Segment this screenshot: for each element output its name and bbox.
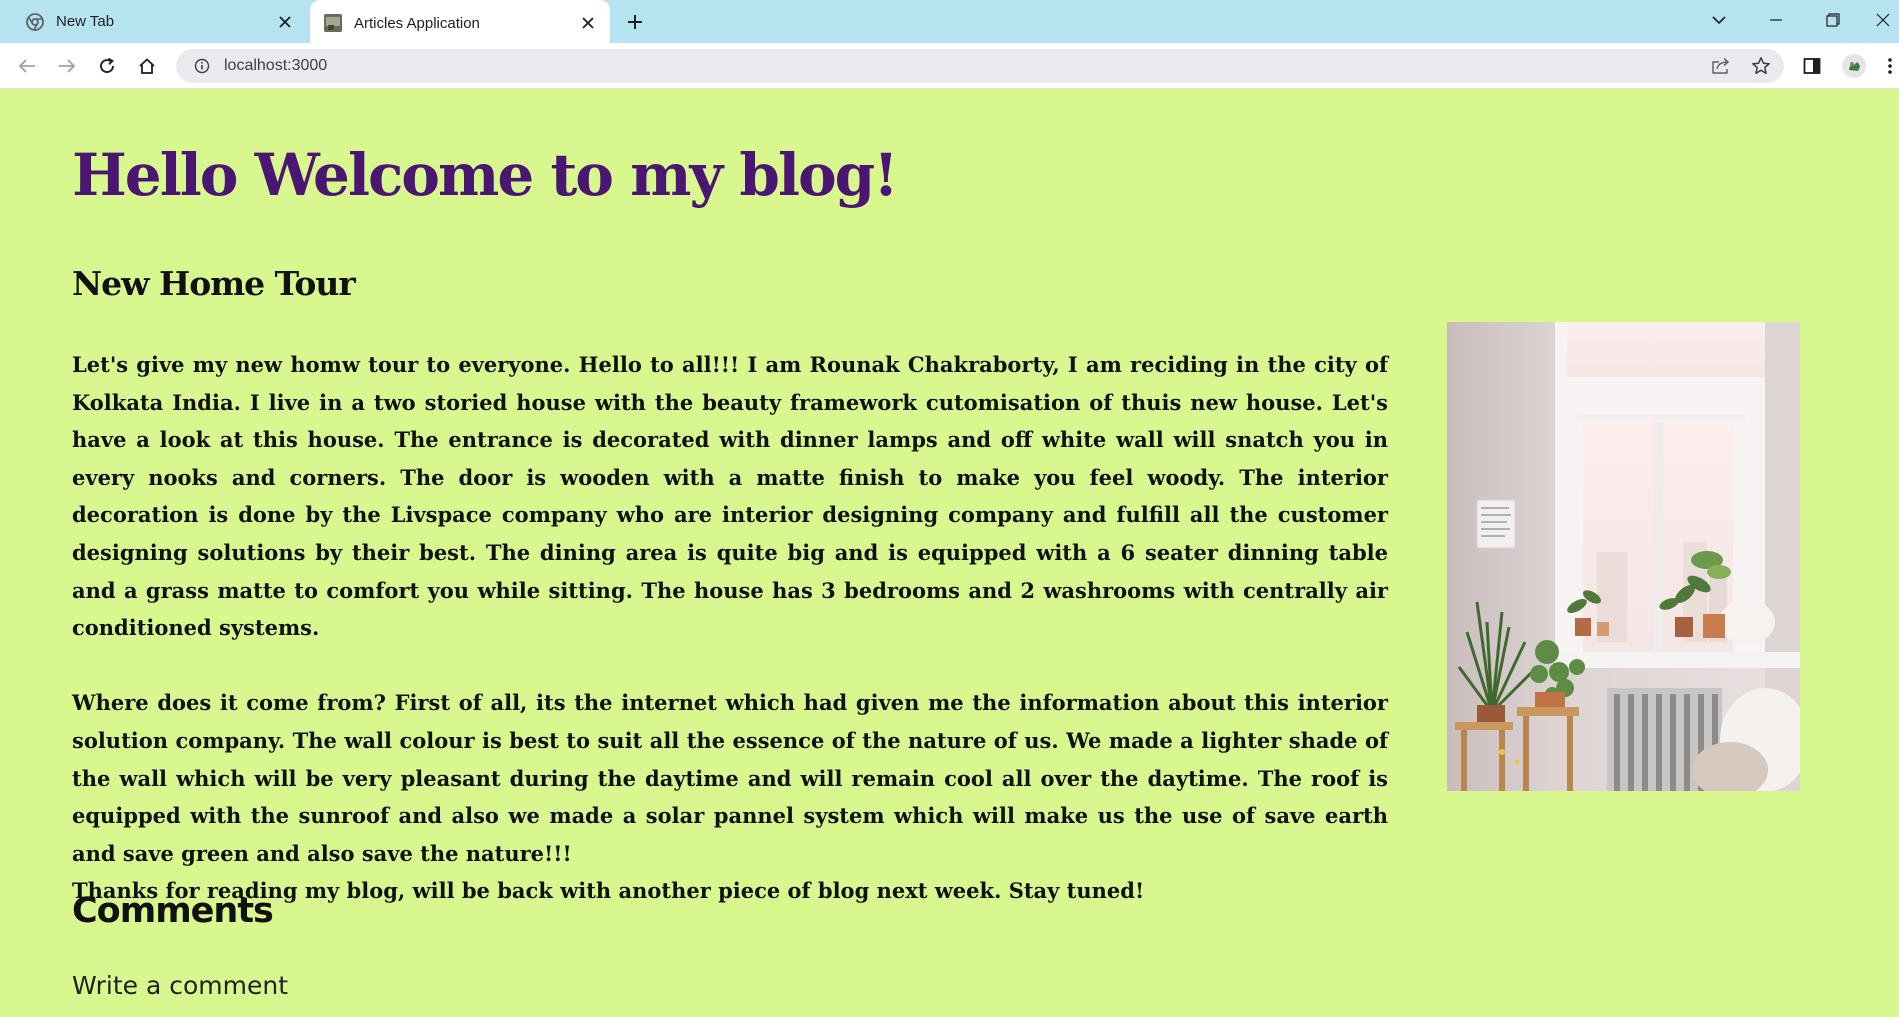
- tab-title: Articles Application: [354, 14, 480, 32]
- page-heading: Hello Welcome to my blog!: [72, 141, 899, 209]
- side-panel-button[interactable]: [1798, 52, 1826, 80]
- minimize-button[interactable]: [1756, 4, 1796, 36]
- tab-title: New Tab: [56, 13, 115, 30]
- restore-icon: [1826, 13, 1840, 27]
- arrow-left-icon: [18, 59, 35, 73]
- window-plants-illustration: [1447, 322, 1800, 791]
- article-paragraph: Let's give my new homw tour to everyone.…: [72, 352, 1388, 641]
- side-panel-icon: [1803, 58, 1821, 74]
- comments-heading: Comments: [72, 891, 274, 931]
- address-bar[interactable]: localhost:3000: [176, 49, 1784, 83]
- close-icon: [1876, 13, 1889, 27]
- home-icon: [139, 58, 155, 74]
- home-button[interactable]: [133, 52, 161, 80]
- plus-icon: [628, 15, 642, 29]
- bookmark-star-icon[interactable]: [1748, 54, 1774, 78]
- avatar-icon: [1842, 54, 1866, 78]
- page-content: Hello Welcome to my blog! New Home Tour …: [0, 89, 1899, 1017]
- reload-icon: [100, 57, 115, 73]
- share-icon[interactable]: [1708, 54, 1734, 78]
- close-window-button[interactable]: [1866, 4, 1899, 36]
- close-tab-icon[interactable]: [271, 8, 299, 36]
- new-tab-button[interactable]: [620, 7, 650, 37]
- back-button[interactable]: [13, 52, 41, 80]
- chrome-icon: [26, 12, 44, 31]
- forward-button[interactable]: [53, 52, 81, 80]
- more-vertical-icon: [1888, 58, 1892, 74]
- tab-articles-application[interactable]: Articles Application: [310, 0, 610, 46]
- restore-button[interactable]: [1813, 4, 1853, 36]
- chevron-down-icon: [1712, 16, 1726, 25]
- tab-search-button[interactable]: [1699, 4, 1739, 36]
- profile-avatar[interactable]: [1840, 52, 1868, 80]
- arrow-right-icon: [59, 59, 76, 73]
- browser-menu-button[interactable]: [1881, 52, 1899, 80]
- article-image: [1447, 322, 1800, 791]
- article-title: New Home Tour: [72, 264, 356, 303]
- close-tab-icon[interactable]: [574, 9, 602, 37]
- reload-button[interactable]: [93, 52, 121, 80]
- browser-tab-bar: New Tab Articles Application: [0, 0, 1899, 46]
- browser-toolbar: localhost:3000: [0, 43, 1899, 89]
- tab-new-tab[interactable]: New Tab: [0, 0, 307, 43]
- site-info-icon[interactable]: [192, 56, 212, 76]
- article-body: Let's give my new homw tour to everyone.…: [72, 346, 1388, 910]
- write-comment-label: Write a comment: [72, 971, 288, 1000]
- minimize-icon: [1770, 19, 1782, 21]
- url-text[interactable]: localhost:3000: [224, 57, 1784, 75]
- site-favicon-icon: [324, 14, 342, 32]
- article-paragraph: Where does it come from? First of all, i…: [72, 690, 1388, 866]
